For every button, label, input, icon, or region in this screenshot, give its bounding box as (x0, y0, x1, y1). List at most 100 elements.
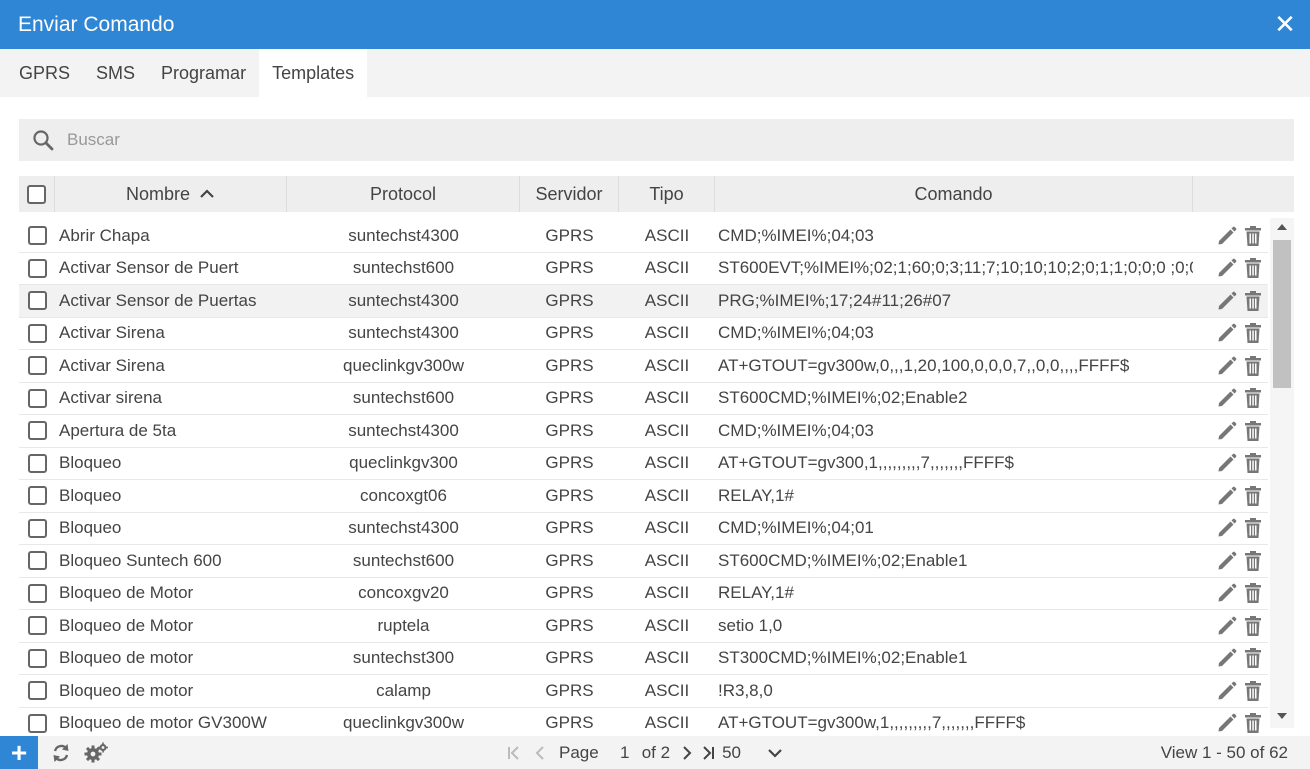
delete-trash-icon[interactable] (1244, 517, 1262, 539)
table-row: Bloqueo concoxgt06 GPRS ASCII RELAY,1# (19, 480, 1268, 513)
column-header-nombre[interactable]: Nombre (55, 176, 287, 212)
column-header-tipo[interactable]: Tipo (619, 176, 715, 212)
row-checkbox[interactable] (19, 578, 55, 610)
delete-trash-icon[interactable] (1244, 712, 1262, 734)
column-header-protocol[interactable]: Protocol (287, 176, 520, 212)
column-header-comando[interactable]: Comando (715, 176, 1193, 212)
edit-pencil-icon[interactable] (1216, 680, 1238, 702)
page-number-input[interactable]: 1 (614, 743, 636, 763)
last-page-icon[interactable] (700, 744, 718, 762)
add-template-button[interactable]: + (0, 736, 38, 769)
scrollbar-thumb[interactable] (1273, 240, 1291, 388)
row-checkbox[interactable] (19, 448, 55, 480)
delete-trash-icon[interactable] (1244, 355, 1262, 377)
scroll-up-arrow-icon[interactable] (1275, 223, 1289, 235)
page-size-select[interactable]: 50 (722, 743, 783, 763)
vertical-scrollbar[interactable] (1270, 218, 1294, 728)
edit-pencil-icon[interactable] (1216, 517, 1238, 539)
row-checkbox[interactable] (19, 383, 55, 415)
row-checkbox[interactable] (19, 480, 55, 512)
settings-gear-icon[interactable] (84, 742, 108, 764)
edit-pencil-icon[interactable] (1216, 257, 1238, 279)
cell-actions (1193, 708, 1268, 735)
row-checkbox[interactable] (19, 643, 55, 675)
row-checkbox[interactable] (19, 318, 55, 350)
edit-pencil-icon[interactable] (1216, 647, 1238, 669)
cell-servidor: GPRS (545, 680, 594, 700)
cell-comando: ST300CMD;%IMEI%;02;Enable1 (718, 648, 968, 668)
close-icon[interactable]: ✕ (1260, 0, 1310, 49)
scroll-down-arrow-icon[interactable] (1275, 712, 1289, 724)
delete-trash-icon[interactable] (1244, 485, 1262, 507)
dialog-title: Enviar Comando (18, 12, 175, 36)
edit-pencil-icon[interactable] (1216, 290, 1238, 312)
edit-pencil-icon[interactable] (1216, 225, 1238, 247)
row-checkbox[interactable] (19, 285, 55, 317)
delete-trash-icon[interactable] (1244, 290, 1262, 312)
cell-protocol: queclinkgv300w (343, 713, 464, 733)
select-all-checkbox[interactable] (19, 176, 55, 212)
cell-comando: PRG;%IMEI%;17;24#11;26#07 (718, 290, 952, 310)
cell-servidor: GPRS (545, 453, 594, 473)
row-checkbox[interactable] (19, 675, 55, 707)
cell-protocol: suntechst600 (352, 258, 455, 278)
delete-trash-icon[interactable] (1244, 322, 1262, 344)
first-page-icon[interactable] (505, 744, 523, 762)
next-page-icon[interactable] (680, 744, 694, 762)
tab-gprs[interactable]: GPRS (6, 49, 83, 97)
column-header-nombre-label: Nombre (125, 183, 191, 204)
sort-ascending-icon (199, 189, 215, 199)
delete-trash-icon[interactable] (1244, 550, 1262, 572)
delete-trash-icon[interactable] (1244, 680, 1262, 702)
search-input[interactable] (67, 130, 1267, 150)
cell-tipo: ASCII (644, 225, 690, 245)
column-header-servidor[interactable]: Servidor (520, 176, 619, 212)
table-row: Activar Sirena suntechst4300 GPRS ASCII … (19, 318, 1268, 350)
cell-protocol: suntechst4300 (348, 518, 459, 538)
refresh-icon[interactable] (52, 743, 70, 763)
cell-protocol: suntechst600 (352, 388, 455, 408)
row-checkbox[interactable] (19, 610, 55, 642)
cell-nombre: Bloqueo de motor (59, 648, 194, 668)
search-bar (19, 119, 1294, 161)
edit-pencil-icon[interactable] (1216, 322, 1238, 344)
footer-toolbar: + Page 1 of 2 50 View 1 - 50 of 62 (0, 736, 1310, 769)
edit-pencil-icon[interactable] (1216, 582, 1238, 604)
delete-trash-icon[interactable] (1244, 582, 1262, 604)
cell-servidor: GPRS (545, 550, 594, 570)
delete-trash-icon[interactable] (1244, 615, 1262, 637)
delete-trash-icon[interactable] (1244, 647, 1262, 669)
edit-pencil-icon[interactable] (1216, 355, 1238, 377)
row-checkbox[interactable] (19, 513, 55, 545)
previous-page-icon[interactable] (533, 744, 547, 762)
delete-trash-icon[interactable] (1244, 387, 1262, 409)
cell-protocol: suntechst4300 (348, 225, 459, 245)
edit-pencil-icon[interactable] (1216, 550, 1238, 572)
row-checkbox[interactable] (19, 220, 55, 252)
edit-pencil-icon[interactable] (1216, 387, 1238, 409)
delete-trash-icon[interactable] (1244, 225, 1262, 247)
cell-protocol: queclinkgv300 (349, 453, 458, 473)
edit-pencil-icon[interactable] (1216, 452, 1238, 474)
edit-pencil-icon[interactable] (1216, 485, 1238, 507)
cell-tipo: ASCII (644, 680, 690, 700)
delete-trash-icon[interactable] (1244, 257, 1262, 279)
row-checkbox[interactable] (19, 708, 55, 735)
delete-trash-icon[interactable] (1244, 420, 1262, 442)
delete-trash-icon[interactable] (1244, 452, 1262, 474)
tab-templates[interactable]: Templates (259, 49, 368, 97)
cell-comando: ST600EVT;%IMEI%;02;1;60;0;3;11;7;10;10;1… (718, 258, 1193, 278)
cell-nombre: Activar Sirena (59, 323, 165, 343)
edit-pencil-icon[interactable] (1216, 420, 1238, 442)
edit-pencil-icon[interactable] (1216, 712, 1238, 734)
row-checkbox[interactable] (19, 350, 55, 382)
table-row: Bloqueo de Motor concoxgv20 GPRS ASCII R… (19, 578, 1268, 610)
tab-programar[interactable]: Programar (148, 49, 259, 97)
cell-servidor: GPRS (545, 583, 594, 603)
tab-sms[interactable]: SMS (83, 49, 148, 97)
row-checkbox[interactable] (19, 253, 55, 285)
edit-pencil-icon[interactable] (1216, 615, 1238, 637)
row-checkbox[interactable] (19, 415, 55, 447)
row-checkbox[interactable] (19, 545, 55, 577)
record-count-label: View 1 - 50 of 62 (1160, 742, 1288, 762)
